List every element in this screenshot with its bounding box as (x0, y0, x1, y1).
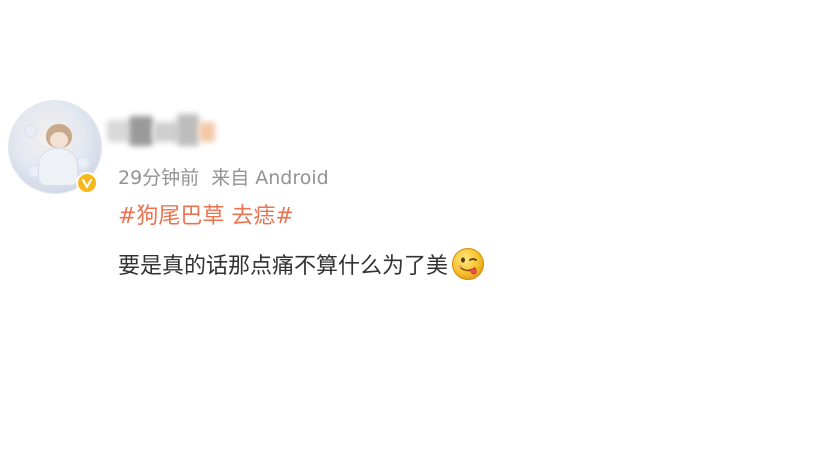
username-redacted[interactable] (103, 110, 217, 150)
redaction-block (107, 120, 129, 142)
weibo-post: 29分钟前 来自 Android #狗尾巴草 去痣# 要是真的话那点痛不算什么为… (0, 0, 829, 474)
post-time[interactable]: 29分钟前 (118, 163, 199, 190)
redaction-block (199, 122, 215, 142)
avatar-decoration (26, 126, 36, 136)
post-text: 要是真的话那点痛不算什么为了美 (118, 254, 449, 279)
post-source: 来自 Android (211, 166, 329, 189)
avatar-decoration (78, 158, 88, 168)
tongue-out-emoji-icon (452, 248, 485, 280)
post-meta: 29分钟前 来自 Android (118, 163, 329, 189)
redaction-block (153, 122, 179, 142)
avatar-figure-body (38, 148, 78, 186)
topic-hashtag-link[interactable]: #狗尾巴草 去痣# (118, 202, 294, 232)
post-content: 要是真的话那点痛不算什么为了美 (118, 247, 485, 281)
redaction-block (177, 114, 199, 146)
verified-v-icon (81, 178, 93, 189)
verified-badge-icon (76, 172, 98, 194)
avatar-figure-face (50, 132, 68, 148)
redaction-block (129, 116, 153, 146)
